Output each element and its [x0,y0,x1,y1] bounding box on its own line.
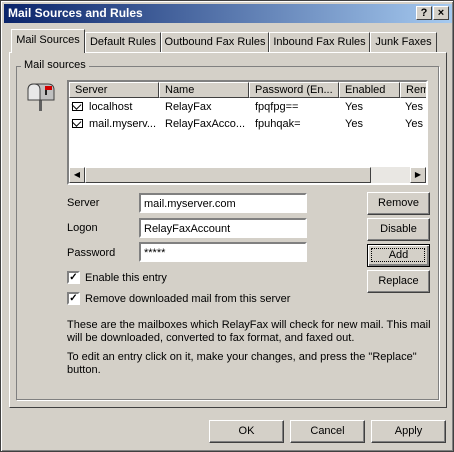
server-input[interactable] [139,193,307,213]
tab-inbound-fax-rules[interactable]: Inbound Fax Rules [269,32,370,52]
disable-button[interactable]: Disable [367,218,430,241]
scroll-thumb[interactable] [85,167,371,183]
remove-downloaded-label[interactable]: Remove downloaded mail from this server [85,293,290,305]
remove-button[interactable]: Remove [367,192,430,215]
cancel-button[interactable]: Cancel [290,420,365,443]
horizontal-scrollbar[interactable]: ◀ ▶ [69,167,426,183]
password-label: Password [67,247,116,259]
dialog-window: Mail Sources and Rules ? × Mail Sources … [0,0,454,452]
row-password: fpuhqak= [255,118,301,130]
help-button[interactable]: ? [416,6,432,20]
group-label: Mail sources [21,59,89,71]
envelope-icon [72,102,83,111]
envelope-icon [72,119,83,128]
row-server: mail.myserv... [89,118,157,130]
list-row[interactable]: mail.myserv... RelayFaxAcco... fpuhqak= … [69,116,426,132]
column-enabled[interactable]: Enabled [339,82,400,98]
scroll-left-icon[interactable]: ◀ [69,167,85,183]
password-input[interactable] [139,242,307,262]
column-remove[interactable]: Rem [400,82,426,98]
list-row[interactable]: localhost RelayFax fpqfpg== Yes Yes [69,99,426,115]
title-bar[interactable]: Mail Sources and Rules ? × [4,4,452,23]
row-enabled: Yes [345,101,363,113]
tab-outbound-fax-rules[interactable]: Outbound Fax Rules [161,32,269,52]
remove-downloaded-checkbox[interactable]: ✓ [67,292,80,305]
window-title: Mail Sources and Rules [8,6,143,20]
scroll-right-icon[interactable]: ▶ [410,167,426,183]
tab-default-rules[interactable]: Default Rules [85,32,161,52]
mail-sources-list[interactable]: Server Name Password (En... Enabled Rem … [67,80,428,185]
apply-button[interactable]: Apply [371,420,446,443]
list-header: Server Name Password (En... Enabled Rem [69,82,426,98]
close-button[interactable]: × [433,6,449,20]
row-remove: Yes [405,118,423,130]
mailbox-icon [27,83,55,111]
enable-entry-label[interactable]: Enable this entry [85,272,167,284]
row-remove: Yes [405,101,423,113]
ok-button[interactable]: OK [209,420,284,443]
add-button[interactable]: Add [367,244,430,267]
logon-label: Logon [67,222,98,234]
help-text-2: To edit an entry click on it, make your … [67,351,417,376]
enable-entry-checkbox[interactable]: ✓ [67,271,80,284]
server-label: Server [67,197,100,209]
help-text-1: These are the mailboxes which RelayFax w… [67,319,431,344]
column-server[interactable]: Server [69,82,159,98]
add-button-label: Add [388,249,409,261]
tab-junk-faxes[interactable]: Junk Faxes [370,32,437,52]
replace-button[interactable]: Replace [367,270,430,293]
column-password[interactable]: Password (En... [249,82,339,98]
row-name: RelayFaxAcco... [165,118,246,130]
row-server: localhost [89,101,133,113]
row-enabled: Yes [345,118,363,130]
row-password: fpqfpg== [255,101,299,113]
tab-mail-sources[interactable]: Mail Sources [11,29,85,53]
logon-input[interactable] [139,218,307,238]
column-name[interactable]: Name [159,82,249,98]
row-name: RelayFax [165,101,212,113]
